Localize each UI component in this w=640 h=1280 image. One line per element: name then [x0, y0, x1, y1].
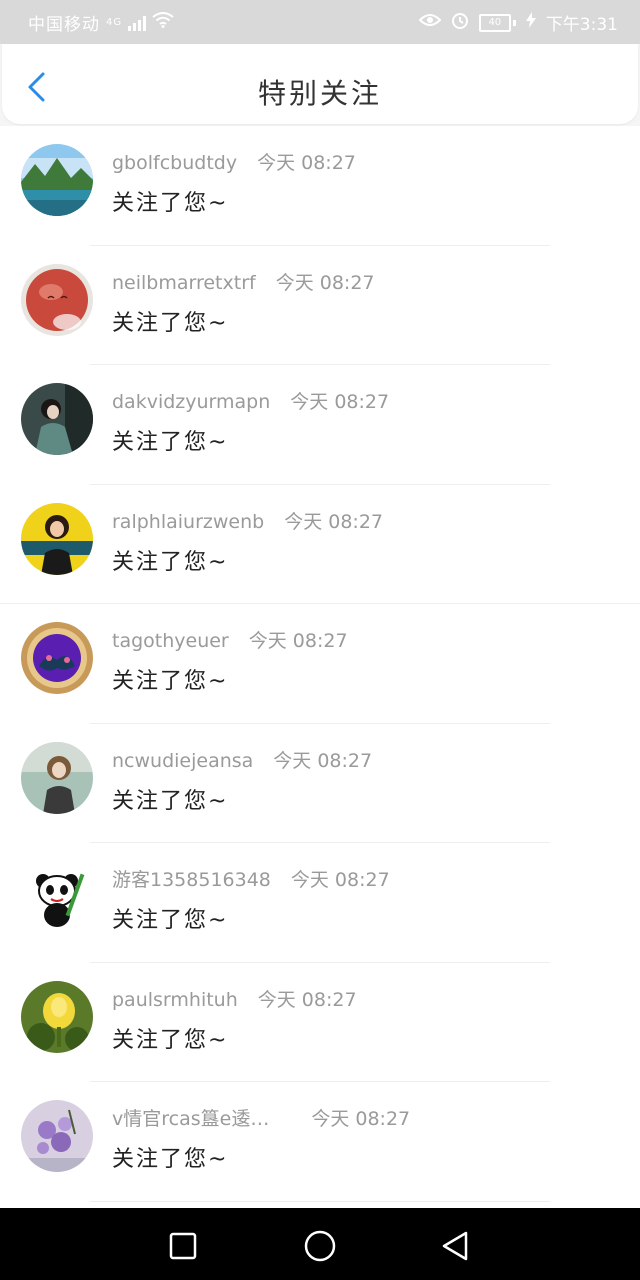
list-item[interactable]: ncwudiejeansa 今天 08:27 关注了您~	[0, 724, 640, 843]
divider	[90, 1200, 550, 1202]
avatar[interactable]	[21, 263, 93, 336]
message: 关注了您~	[112, 1147, 229, 1172]
avatar[interactable]	[21, 144, 93, 216]
recent-apps-button[interactable]	[163, 1226, 203, 1266]
timestamp: 今天 08:27	[273, 749, 373, 772]
carrier-label: 中国移动	[28, 15, 100, 35]
timestamp: 今天 08:27	[311, 1108, 411, 1130]
message: 关注了您~	[112, 788, 229, 814]
follow-list: gbolfcbudtdy 今天 08:27 关注了您~ neilbmarretx…	[0, 126, 640, 1202]
signal-icon	[128, 15, 147, 31]
timestamp: 今天 08:27	[275, 271, 375, 294]
circle-icon	[304, 1230, 336, 1262]
message: 关注了您~	[112, 310, 229, 336]
system-nav-bar	[0, 1208, 640, 1280]
timestamp: 今天 08:27	[257, 988, 357, 1011]
message: 关注了您~	[112, 191, 229, 216]
alarm-icon	[451, 11, 469, 34]
avatar[interactable]	[21, 622, 93, 694]
message: 关注了您~	[112, 549, 229, 575]
header: 特别关注	[0, 44, 640, 126]
avatar[interactable]	[21, 383, 93, 455]
network-type: 4G	[106, 17, 123, 28]
username[interactable]: ncwudiejeansa	[112, 750, 253, 772]
message: 关注了您~	[112, 1027, 229, 1053]
home-button[interactable]	[300, 1226, 340, 1266]
battery-icon: 40	[478, 13, 516, 32]
avatar[interactable]	[21, 741, 93, 814]
list-item[interactable]: tagothyeuer 今天 08:27 关注了您~	[0, 604, 640, 724]
list-item[interactable]: ralphlaiurzwenb 今天 08:27 关注了您~	[0, 485, 640, 604]
timestamp: 今天 08:27	[290, 869, 390, 891]
list-item[interactable]: 游客1358516348 今天 08:27 关注了您~	[0, 843, 640, 963]
timestamp: 今天 08:27	[284, 510, 383, 533]
message: 关注了您~	[112, 908, 229, 933]
battery-level: 40	[478, 13, 511, 32]
clock-time: 下午3:31	[545, 15, 618, 35]
list-item[interactable]: paulsrmhituh 今天 08:27 关注了您~	[0, 963, 640, 1082]
username[interactable]: tagothyeuer	[112, 630, 229, 652]
username[interactable]: dakvidzyurmapn	[112, 391, 270, 413]
status-right: 40 下午3:31	[418, 10, 618, 35]
avatar[interactable]	[21, 1100, 93, 1172]
username[interactable]: v情官rcas簋e逶…	[112, 1104, 269, 1131]
timestamp: 今天 08:27	[248, 630, 348, 652]
list-item[interactable]: v情官rcas簋e逶… 今天 08:27 关注了您~	[0, 1082, 640, 1202]
back-nav-button[interactable]	[436, 1226, 476, 1266]
status-left: 中国移动 4G	[28, 10, 174, 35]
message: 关注了您~	[112, 430, 229, 455]
page-title: 特别关注	[257, 77, 382, 110]
username[interactable]: ralphlaiurzwenb	[112, 511, 264, 533]
wifi-icon	[152, 12, 174, 33]
avatar[interactable]	[21, 980, 93, 1053]
status-bar: 中国移动 4G 40 下午3:31	[0, 0, 640, 44]
charging-icon	[525, 12, 536, 33]
triangle-back-icon	[442, 1231, 468, 1261]
username[interactable]: 游客1358516348	[112, 865, 271, 892]
timestamp: 今天 08:27	[290, 391, 390, 413]
list-item[interactable]: dakvidzyurmapn 今天 08:27 关注了您~	[0, 365, 640, 485]
avatar[interactable]	[21, 861, 93, 933]
username[interactable]: paulsrmhituh	[112, 989, 238, 1011]
list-item[interactable]: gbolfcbudtdy 今天 08:27 关注了您~	[0, 126, 640, 246]
avatar[interactable]	[21, 502, 93, 575]
header-bar: 特别关注	[2, 44, 638, 124]
username[interactable]: neilbmarretxtrf	[112, 272, 256, 294]
timestamp: 今天 08:27	[257, 152, 356, 174]
square-icon	[169, 1232, 197, 1260]
list-item[interactable]: neilbmarretxtrf 今天 08:27 关注了您~	[0, 246, 640, 365]
username[interactable]: gbolfcbudtdy	[112, 152, 237, 174]
message: 关注了您~	[112, 669, 229, 694]
eye-comfort-icon	[418, 12, 442, 33]
